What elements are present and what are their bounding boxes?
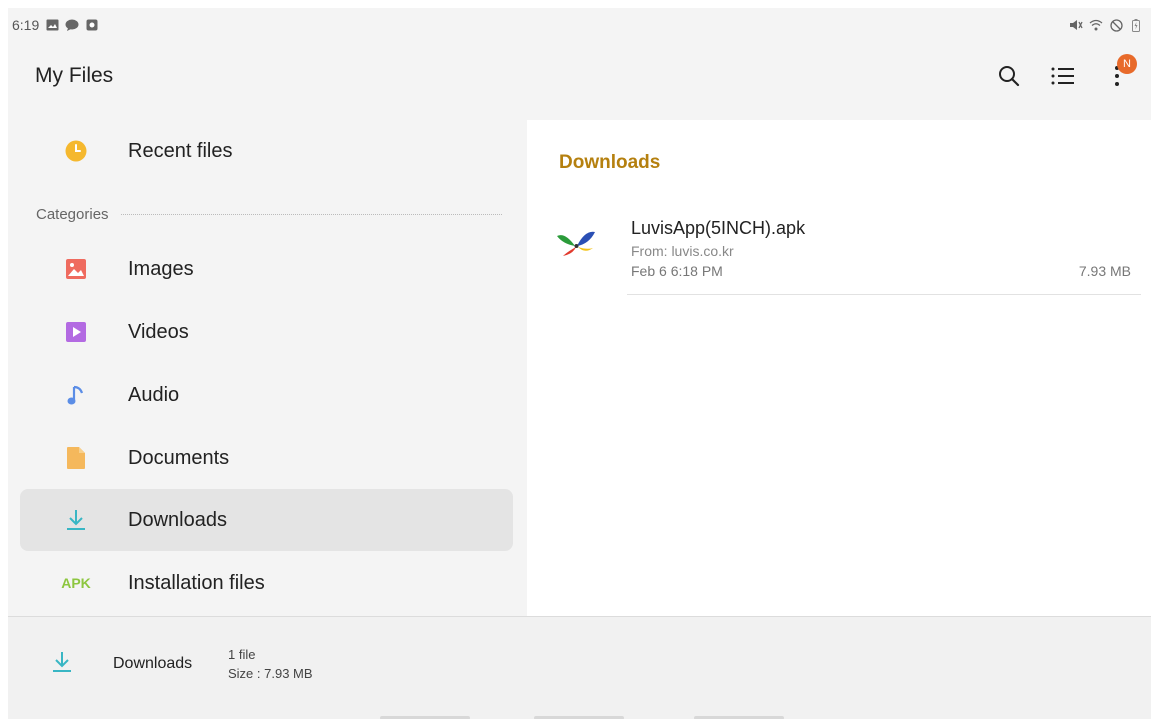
file-source: From: luvis.co.kr	[631, 243, 734, 259]
list-view-icon	[1051, 67, 1074, 85]
sidebar-item-label: Images	[128, 257, 194, 280]
wifi-icon	[1089, 18, 1103, 32]
download-icon	[52, 651, 76, 675]
bottom-folder-label: Downloads	[113, 655, 193, 672]
clock-icon	[64, 139, 88, 163]
more-options-button[interactable]: N	[1099, 54, 1137, 94]
bottom-file-size: Size : 7.93 MB	[228, 666, 313, 681]
apk-icon-text: APK	[61, 575, 91, 591]
sidebar-item-images[interactable]: Images	[20, 238, 513, 300]
status-right	[1069, 18, 1143, 32]
apk-icon: APK	[56, 571, 96, 595]
app-bar: My Files N	[8, 46, 1151, 106]
file-list-item[interactable]: LuvisApp(5INCH).apk From: luvis.co.kr Fe…	[547, 210, 1141, 295]
list-view-button[interactable]	[1045, 58, 1081, 94]
file-size: 7.93 MB	[1078, 263, 1131, 279]
luvis-app-icon	[555, 220, 599, 264]
file-date: Feb 6 6:18 PM	[631, 263, 723, 279]
notification-badge: N	[1117, 54, 1137, 74]
music-note-icon	[64, 383, 88, 407]
content-panel: Downloads LuvisApp(5INCH).apk From: luvi…	[527, 120, 1151, 616]
sidebar-item-label: Audio	[128, 383, 180, 406]
video-icon	[64, 320, 88, 344]
sidebar: Recent files Categories Images Videos Au…	[8, 120, 526, 616]
image-icon	[64, 257, 88, 281]
sidebar-item-downloads[interactable]: Downloads	[20, 489, 513, 551]
sidebar-item-audio[interactable]: Audio	[20, 364, 513, 426]
status-bar: 6:19	[8, 8, 1151, 42]
status-time: 6:19	[12, 17, 40, 33]
sidebar-item-videos[interactable]: Videos	[20, 301, 513, 363]
sidebar-item-installation-files[interactable]: APK Installation files	[20, 552, 513, 614]
document-icon	[64, 446, 88, 470]
search-button[interactable]	[991, 58, 1027, 94]
categories-divider	[120, 213, 502, 215]
app-bar-actions: N	[991, 54, 1137, 94]
search-icon	[999, 66, 1020, 87]
file-name: LuvisApp(5INCH).apk	[631, 218, 806, 238]
bottom-file-count: 1 file	[228, 647, 256, 662]
sidebar-item-label: Installation files	[128, 571, 265, 594]
app-title: My Files	[35, 64, 114, 87]
status-left: 6:19	[12, 17, 99, 33]
sidebar-item-documents[interactable]: Documents	[20, 427, 513, 489]
sidebar-item-recent-files[interactable]: Recent files	[20, 120, 513, 182]
dnd-icon	[1109, 18, 1123, 32]
sidebar-item-label: Documents	[128, 446, 230, 469]
battery-icon	[1129, 18, 1143, 32]
categories-header: Categories	[36, 204, 502, 224]
sidebar-item-label: Recent files	[128, 139, 233, 162]
sidebar-item-label: Downloads	[128, 508, 227, 531]
message-icon	[65, 18, 79, 32]
content-title: Downloads	[559, 152, 661, 173]
bottom-info-bar: Downloads 1 file Size : 7.93 MB	[8, 616, 1151, 719]
mute-icon	[1069, 18, 1083, 32]
sidebar-item-label: Videos	[128, 320, 189, 343]
screen: 6:19 My Files N Recent files Categories …	[8, 8, 1151, 719]
categories-label: Categories	[36, 205, 109, 223]
file-divider	[627, 294, 1141, 295]
download-icon	[64, 508, 88, 532]
gallery-icon	[45, 18, 59, 32]
screenshot-icon	[85, 18, 99, 32]
